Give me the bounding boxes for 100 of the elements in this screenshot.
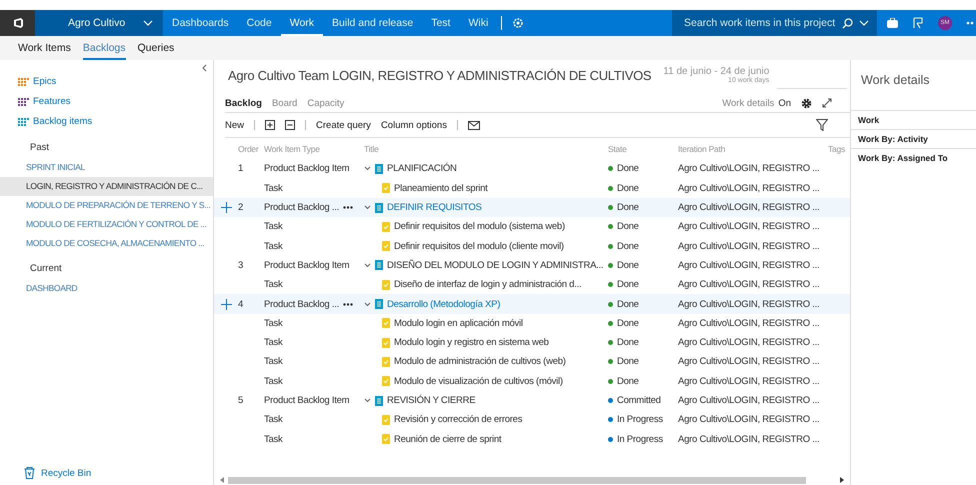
- sprint-link[interactable]: MODULO DE FERTILIZACIÓN Y CONTROL DE ...: [0, 215, 213, 234]
- table-cell: Done: [617, 279, 639, 290]
- tab[interactable]: Board: [272, 98, 298, 108]
- work-item-title[interactable]: Planeamiento del sprint: [394, 182, 488, 194]
- chevron-down-icon: [859, 20, 869, 26]
- new-button[interactable]: New: [225, 120, 244, 130]
- search-field[interactable]: Search work items in this project: [672, 10, 877, 36]
- chevron-down-icon[interactable]: [364, 166, 371, 172]
- table-cell: Task: [264, 356, 283, 368]
- mail-icon[interactable]: [468, 120, 480, 130]
- nav-link[interactable]: Wiki: [459, 10, 498, 36]
- nav-link[interactable]: Build and release: [323, 10, 422, 36]
- nav-link[interactable]: Code: [238, 10, 281, 36]
- trash-icon[interactable]: [24, 467, 35, 479]
- sprint-link[interactable]: SPRINT INICIAL: [0, 158, 213, 177]
- column-options-button[interactable]: Column options: [380, 120, 447, 130]
- create-query-button[interactable]: Create query: [316, 120, 371, 130]
- panel-item[interactable]: Work By: Assigned To: [851, 149, 976, 167]
- search-input[interactable]: Search work items in this project: [684, 17, 836, 29]
- table-cell: Done: [617, 337, 639, 348]
- person-flag-icon[interactable]: [912, 17, 924, 29]
- chevron-down-icon[interactable]: [364, 398, 371, 403]
- more-icon[interactable]: [342, 302, 353, 306]
- work-item-title[interactable]: Reunión de cierre de sprint: [394, 434, 502, 445]
- task-icon: [382, 222, 390, 232]
- chevron-down-icon[interactable]: [364, 205, 371, 210]
- sprint-link[interactable]: LOGIN, REGISTRO Y ADMINISTRACIÓN DE C...: [0, 177, 213, 196]
- table-cell: Agro Cultivo\LOGIN, REGISTRO ...: [678, 395, 820, 406]
- table-cell: Agro Cultivo\LOGIN, REGISTRO ...: [678, 163, 820, 174]
- backlog-level-link[interactable]: Backlog items: [33, 116, 92, 127]
- sprint-link[interactable]: MODULO DE COSECHA, ALMACENAMIENTO ...: [0, 234, 213, 253]
- table-cell: Agro Cultivo\LOGIN, REGISTRO ...: [678, 202, 820, 214]
- panel-item[interactable]: Work: [851, 111, 976, 130]
- work-item-title[interactable]: DEFINIR REQUISITOS: [387, 202, 482, 214]
- tab[interactable]: Queries: [138, 36, 174, 60]
- scroll-left-icon[interactable]: [220, 477, 224, 483]
- sprint-link[interactable]: MODULO DE PREPARACIÓN DE TERRENO Y S...: [0, 196, 213, 215]
- settings-icon[interactable]: [801, 98, 812, 108]
- task-icon: [382, 338, 390, 348]
- table-cell: Done: [617, 356, 639, 368]
- scroll-right-icon[interactable]: [840, 477, 844, 483]
- task-icon: [382, 318, 390, 328]
- chevron-down-icon: [143, 20, 153, 26]
- work-item-title[interactable]: Desarrollo (Metodología XP): [387, 298, 500, 310]
- work-item-title[interactable]: DISEÑO DEL MODULO DE LOGIN Y ADMINISTRA...: [387, 260, 604, 271]
- table-cell: Done: [617, 240, 639, 252]
- table-cell: Committed: [617, 395, 661, 406]
- work-item-title[interactable]: Modulo de visualización de cultivos (móvil): [394, 376, 563, 387]
- more-icon[interactable]: [342, 206, 353, 210]
- recycle-bin-link[interactable]: Recycle Bin: [41, 468, 92, 478]
- tab[interactable]: Backlogs: [82, 36, 126, 60]
- tab[interactable]: Capacity: [307, 98, 344, 108]
- work-item-title[interactable]: Modulo login y registro en sistema web: [394, 337, 549, 348]
- work-item-title[interactable]: REVISIÓN Y CIERRE: [387, 395, 476, 406]
- nav-link[interactable]: Test: [422, 10, 460, 36]
- plus-icon[interactable]: [220, 298, 232, 310]
- briefcase-icon[interactable]: [887, 18, 898, 28]
- table-cell: In Progress: [617, 434, 663, 445]
- table-cell: Task: [264, 221, 283, 232]
- table-cell: Agro Cultivo\LOGIN, REGISTRO ...: [678, 434, 820, 445]
- filter-icon[interactable]: [816, 119, 828, 131]
- search-icon: [842, 18, 853, 28]
- chevron-down-icon[interactable]: [364, 302, 371, 307]
- table-cell: Agro Cultivo\LOGIN, REGISTRO ...: [678, 182, 820, 194]
- work-item-title[interactable]: Diseño de interfaz de login y administración d...: [394, 279, 582, 290]
- work-item-title[interactable]: Modulo de administración de cultivos (web): [394, 356, 566, 368]
- table-cell: Done: [617, 376, 639, 387]
- tab[interactable]: Work Items: [18, 36, 71, 60]
- backlog-level-link[interactable]: Features: [33, 96, 70, 107]
- scrollbar-thumb[interactable]: [228, 476, 806, 484]
- work-item-title[interactable]: Definir requisitos del modulo (cliente movil): [394, 240, 564, 252]
- chevron-down-icon[interactable]: [364, 262, 371, 268]
- panel-item[interactable]: Work By: Activity: [851, 130, 976, 149]
- work-item-title[interactable]: Revisión y corrección de errores: [394, 414, 522, 426]
- tab[interactable]: Backlog: [225, 98, 262, 108]
- backlog-level-link[interactable]: Epics: [33, 76, 56, 87]
- expand-all-icon[interactable]: [265, 120, 276, 130]
- table-cell: Task: [264, 279, 283, 290]
- table-cell: Product Backlog Item: [264, 260, 350, 271]
- table-cell: Task: [264, 240, 283, 252]
- work-item-title[interactable]: PLANIFICACIÓN: [387, 163, 457, 174]
- expand-icon[interactable]: [822, 98, 832, 108]
- table-cell: Agro Cultivo\LOGIN, REGISTRO ...: [678, 337, 820, 348]
- date-range: 11 de junio - 24 de junio: [663, 66, 770, 77]
- order-number: 2: [238, 202, 244, 214]
- table-cell: Done: [617, 221, 639, 232]
- table-cell: Agro Cultivo\LOGIN, REGISTRO ...: [678, 260, 820, 271]
- chevron-left-icon[interactable]: [202, 64, 207, 72]
- table-cell: Task: [264, 337, 283, 348]
- panel-title: Work details: [851, 60, 976, 111]
- work-details-toggle[interactable]: On: [778, 98, 791, 108]
- sprint-link[interactable]: DASHBOARD: [0, 279, 213, 298]
- collapse-all-icon[interactable]: [285, 120, 296, 130]
- work-item-title[interactable]: Definir requisitos del modulo (sistema web): [394, 221, 565, 232]
- table-cell: Task: [264, 376, 283, 387]
- work-item-title[interactable]: Modulo login en aplicación móvil: [394, 318, 523, 329]
- plus-icon[interactable]: [220, 202, 232, 214]
- project-selector[interactable]: Agro Cultivo: [35, 10, 163, 36]
- order-number: 1: [238, 163, 244, 174]
- nav-link[interactable]: Dashboards: [163, 10, 238, 36]
